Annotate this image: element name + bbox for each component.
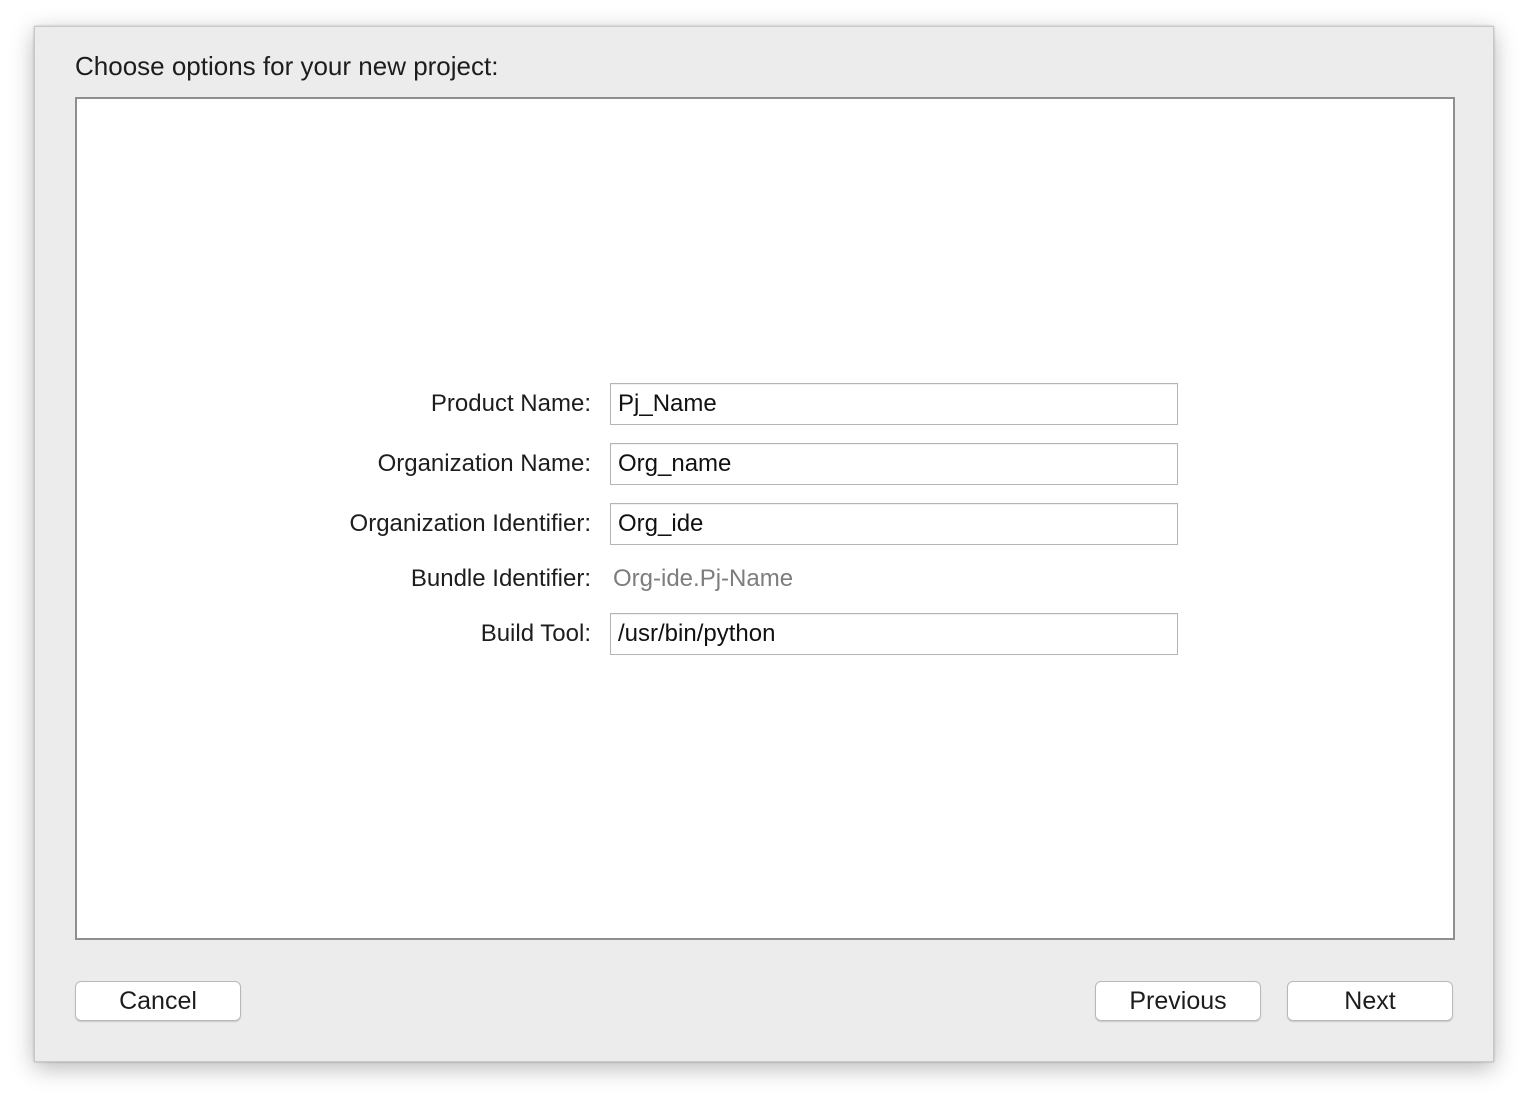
bundle-identifier-value: Org-ide.Pj-Name — [613, 565, 794, 592]
build-tool-row: Build Tool: — [77, 613, 1453, 655]
organization-identifier-field[interactable] — [610, 503, 1178, 545]
product-name-field[interactable] — [610, 383, 1178, 425]
previous-button[interactable]: Previous — [1095, 981, 1261, 1021]
next-button[interactable]: Next — [1287, 981, 1453, 1021]
bundle-identifier-row: Bundle Identifier: Org-ide.Pj-Name — [77, 558, 1453, 600]
build-tool-label: Build Tool: — [480, 620, 591, 647]
organization-name-label: Organization Name: — [377, 450, 591, 477]
cancel-button[interactable]: Cancel — [75, 981, 241, 1021]
build-tool-field[interactable] — [610, 613, 1178, 655]
product-name-row: Product Name: — [77, 383, 1453, 425]
dialog-title: Choose options for your new project: — [75, 51, 499, 81]
options-panel: Product Name: Organization Name: Organiz… — [75, 97, 1455, 940]
organization-name-row: Organization Name: — [77, 443, 1453, 485]
organization-identifier-row: Organization Identifier: — [77, 503, 1453, 545]
organization-identifier-label: Organization Identifier: — [349, 510, 591, 537]
product-name-label: Product Name: — [430, 390, 591, 417]
new-project-dialog: Choose options for your new project: Pro… — [34, 26, 1494, 1062]
organization-name-field[interactable] — [610, 443, 1178, 485]
bundle-identifier-label: Bundle Identifier: — [410, 565, 591, 592]
